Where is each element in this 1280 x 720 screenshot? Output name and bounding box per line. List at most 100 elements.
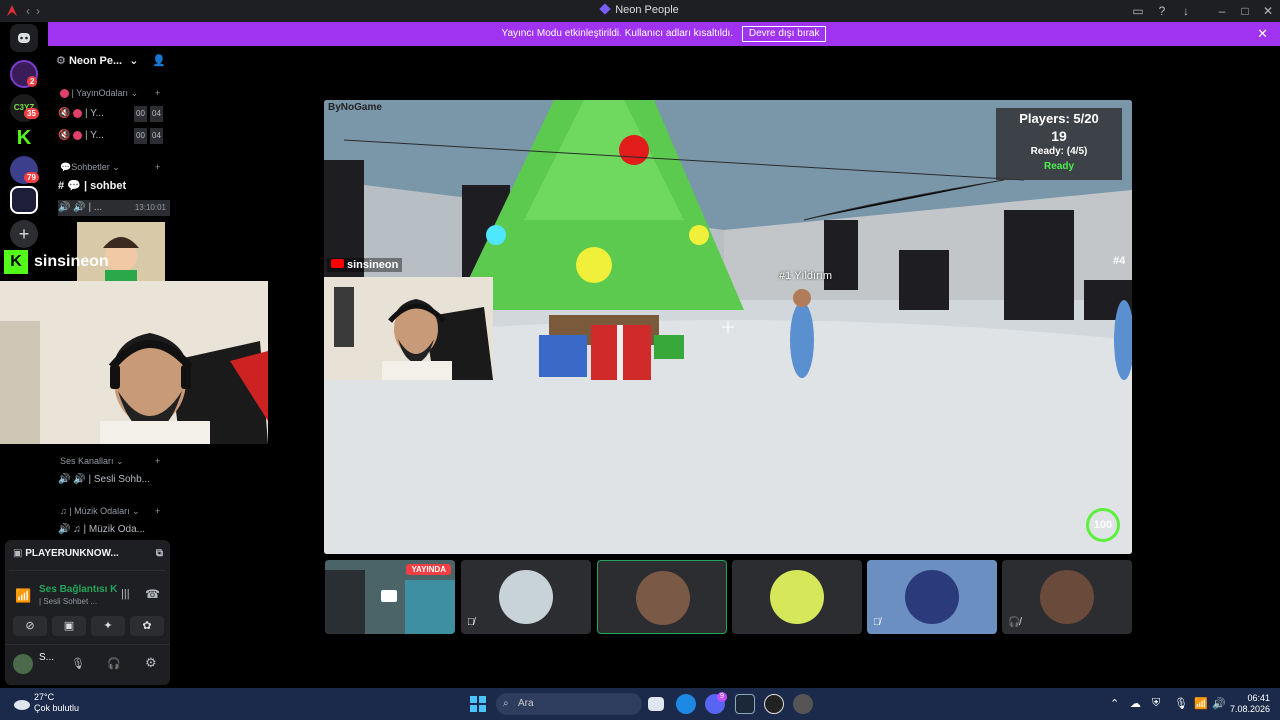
camera-off-button[interactable]: ⊘	[13, 616, 47, 636]
headphones-icon[interactable]: 🎧	[107, 657, 121, 670]
avatar[interactable]	[13, 654, 33, 674]
activity-row[interactable]: ▣ PLAYERUNKNOW... ⧉	[13, 548, 163, 559]
close-window-icon[interactable]: ✕	[1259, 2, 1277, 20]
players-count: Players: 5/20	[1019, 111, 1099, 126]
help-icon[interactable]: ?	[1153, 2, 1171, 20]
avatar	[770, 570, 824, 624]
avatar	[905, 570, 959, 624]
edge-icon[interactable]	[676, 694, 696, 714]
category-music[interactable]: ♫ | Müzik Odaları ⌄ +	[60, 506, 160, 517]
banner-close-icon[interactable]: ✕	[1257, 22, 1268, 46]
gear-icon: ⚙	[56, 55, 66, 67]
settings-gear-icon[interactable]: ⚙	[145, 655, 157, 671]
stream-video[interactable]: ByNoGame Players: 5/20 19 Ready: (4/5) R…	[324, 100, 1132, 554]
add-channel-icon[interactable]: +	[155, 162, 160, 172]
channel-active-voice[interactable]: 🔊 🔊 | ... 13:10:01	[58, 200, 170, 216]
banner-text: Yayıncı Modu etkinleştirildi. Kullanıcı …	[501, 28, 734, 39]
taskbar-clock[interactable]: 06:41 7.08.2026	[1230, 693, 1270, 715]
server-icon	[599, 3, 611, 15]
disconnect-icon[interactable]: ☎	[145, 587, 160, 601]
soundboard-button[interactable]: ✿	[130, 616, 164, 636]
streamer-name-overlay: Ksinsineon	[4, 250, 109, 278]
window-title: Neon People	[615, 4, 679, 16]
weather-widget[interactable]: 27°C Çok bulutlu	[34, 692, 79, 714]
user-count: 00	[134, 106, 147, 122]
minimize-icon[interactable]: –	[1213, 2, 1231, 20]
mic-tray-icon[interactable]: 🎙	[1174, 697, 1188, 710]
steam-icon[interactable]	[735, 694, 755, 714]
microphone-icon[interactable]: 🎙	[71, 657, 85, 670]
volume-icon[interactable]: 🔊	[1212, 697, 1226, 710]
players-hud: Players: 5/20 19 Ready: (4/5) Ready	[996, 108, 1122, 180]
date: 7.08.2026	[1229, 704, 1270, 714]
user-count: 00	[134, 128, 147, 144]
shield-icon[interactable]: ⛨	[1152, 697, 1160, 710]
add-channel-icon[interactable]: +	[155, 456, 160, 466]
webcam-overlay	[0, 281, 268, 444]
screen-share-button[interactable]: ▣	[52, 616, 86, 636]
speaker-muted-icon: 🔇	[58, 130, 71, 141]
deafened-icon: 🎧̸	[1008, 617, 1021, 628]
participant-tile-speaking[interactable]	[597, 560, 727, 634]
obs-icon[interactable]	[764, 694, 784, 714]
task-view-icon[interactable]	[648, 697, 664, 711]
speaker-muted-icon: 🔇	[58, 108, 71, 119]
participant-tile[interactable]: 🎙̸	[867, 560, 997, 634]
voice-connected-label[interactable]: Ses Bağlantısı K	[39, 584, 117, 595]
avatar	[636, 571, 690, 625]
channel-music-room[interactable]: 🔊 ♫ | Müzik Oda...	[58, 522, 170, 538]
noise-suppression-icon[interactable]: |||	[121, 588, 130, 600]
cloud-tray-icon[interactable]: ☁	[1130, 697, 1141, 710]
start-icon[interactable]	[468, 694, 488, 714]
server-icon-neon[interactable]	[10, 186, 38, 214]
participant-tile[interactable]: 🎧̸	[1002, 560, 1132, 634]
music-note-icon: ♫	[60, 506, 67, 516]
category-voice[interactable]: Ses Kanalları ⌄ +	[60, 456, 160, 467]
avatar	[499, 570, 553, 624]
server-badge: 35	[24, 108, 39, 119]
game-icon: ▣	[13, 548, 23, 559]
participant-tile[interactable]	[732, 560, 862, 634]
participant-tile[interactable]: 🎙̸	[461, 560, 591, 634]
kick-server-icon[interactable]: K	[10, 124, 38, 152]
channel-stream-2[interactable]: 🔇 | Y... 00 04	[58, 128, 170, 144]
channel-chat[interactable]: # 💬 | sohbet	[58, 178, 170, 194]
wifi-icon[interactable]: 📶	[1194, 697, 1208, 710]
temperature: 27°C	[34, 692, 55, 702]
round-number: 19	[1051, 128, 1067, 144]
category-chats[interactable]: 💬Sohbetler ⌄ +	[60, 162, 160, 173]
download-icon[interactable]: ↓	[1177, 2, 1195, 20]
voice-channel-sub: | Sesli Sohbet ...	[39, 597, 98, 606]
disable-streamer-mode-button[interactable]: Devre dışı bırak	[741, 26, 827, 42]
search-icon: ⌕	[503, 698, 509, 709]
app-icon[interactable]	[793, 694, 813, 714]
windows-taskbar: 27°C Çok bulutlu ⌕ Ara 9 ⌃ ☁ ⛨ 🎙 📶 🔊 06:…	[0, 688, 1280, 720]
participant-tile-stream[interactable]: YAYINDA	[325, 560, 455, 634]
tray-chevron-icon[interactable]: ⌃	[1110, 697, 1119, 710]
hash-icon: #	[58, 180, 65, 192]
mic-muted-icon: 🎙̸	[467, 617, 475, 628]
taskbar-search[interactable]: ⌕ Ara	[496, 693, 642, 715]
invite-icon[interactable]: 👤	[152, 54, 166, 67]
divider	[5, 644, 170, 645]
speaker-icon: 🔊	[58, 474, 71, 485]
signal-icon[interactable]: 📶	[15, 588, 31, 604]
inbox-icon[interactable]: ▭	[1129, 2, 1147, 20]
add-channel-icon[interactable]: +	[155, 88, 160, 98]
discord-badge: 9	[717, 692, 727, 702]
channel-stream-1[interactable]: 🔇 | Y... 00 04	[58, 106, 170, 122]
stream-screen-icon[interactable]: ⧉	[156, 548, 163, 559]
category-stream-rooms[interactable]: | YayınOdaları ⌄ +	[60, 88, 160, 99]
activities-button[interactable]: ✦	[91, 616, 125, 636]
speaker-icon: 🔊	[58, 524, 71, 535]
discord-home-icon[interactable]	[10, 24, 38, 52]
youtube-icon	[331, 259, 344, 268]
add-channel-icon[interactable]: +	[155, 506, 160, 516]
maximize-icon[interactable]: □	[1236, 2, 1254, 20]
server-badge: 2	[27, 76, 38, 87]
guild-header[interactable]: ⚙ Neon Pe... ⌄ 👤	[56, 54, 170, 72]
add-server-icon[interactable]: +	[10, 220, 38, 248]
live-dot-icon	[60, 89, 69, 99]
username[interactable]: S...	[39, 652, 54, 663]
channel-voice-chat[interactable]: 🔊 🔊 | Sesli Sohb...	[58, 472, 170, 488]
